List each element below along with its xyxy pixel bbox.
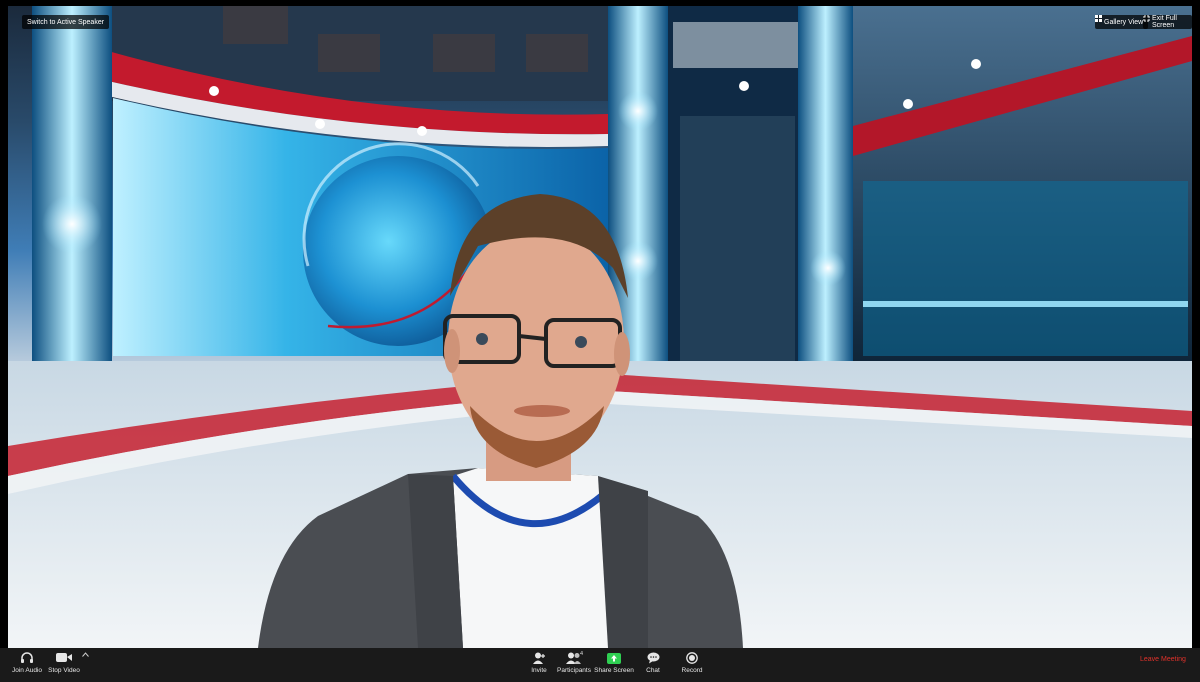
join-audio-button[interactable]: Join Audio <box>10 650 44 680</box>
chat-button[interactable]: Chat <box>641 650 665 680</box>
chevron-up-icon <box>81 652 89 659</box>
meeting-toolbar: Join Audio Stop Video Invite 4 Participa… <box>0 648 1200 682</box>
participants-button[interactable]: 4 Participants <box>556 650 592 680</box>
participants-label: Participants <box>557 667 591 674</box>
record-icon <box>686 650 698 665</box>
leave-meeting-button[interactable]: Leave Meeting <box>1140 656 1186 663</box>
stop-video-button[interactable]: Stop Video <box>47 650 81 680</box>
gallery-view-button[interactable]: Gallery View <box>1095 15 1149 29</box>
chat-label: Chat <box>646 667 660 674</box>
share-screen-button[interactable]: Share Screen <box>594 650 634 680</box>
invite-label: Invite <box>531 667 547 674</box>
invite-button[interactable]: Invite <box>527 650 551 680</box>
video-options-caret[interactable] <box>80 652 90 682</box>
exit-full-screen-label: Exit Full Screen <box>1152 15 1177 29</box>
camera-icon <box>56 650 72 665</box>
zoom-meeting-window: Switch to Active Speaker Gallery View Ex… <box>0 0 1200 682</box>
join-audio-label: Join Audio <box>12 667 42 674</box>
switch-to-active-speaker-label: Switch to Active Speaker <box>27 18 105 26</box>
share-screen-icon <box>607 650 621 665</box>
gallery-view-label: Gallery View <box>1104 18 1144 26</box>
speaker-video: Switch to Active Speaker Gallery View Ex… <box>8 6 1192 648</box>
chat-bubble-icon <box>647 650 660 665</box>
record-button[interactable]: Record <box>678 650 706 680</box>
record-label: Record <box>681 667 703 674</box>
participant-count: 4 <box>580 651 584 657</box>
virtual-background-newsroom <box>8 6 1192 648</box>
share-screen-label: Share Screen <box>594 667 634 674</box>
headphone-icon <box>20 650 34 665</box>
switch-to-active-speaker-button[interactable]: Switch to Active Speaker <box>22 15 110 29</box>
exit-full-screen-button[interactable]: Exit Full Screen <box>1143 15 1192 29</box>
invite-person-icon <box>532 650 546 665</box>
stop-video-label: Stop Video <box>48 667 80 674</box>
